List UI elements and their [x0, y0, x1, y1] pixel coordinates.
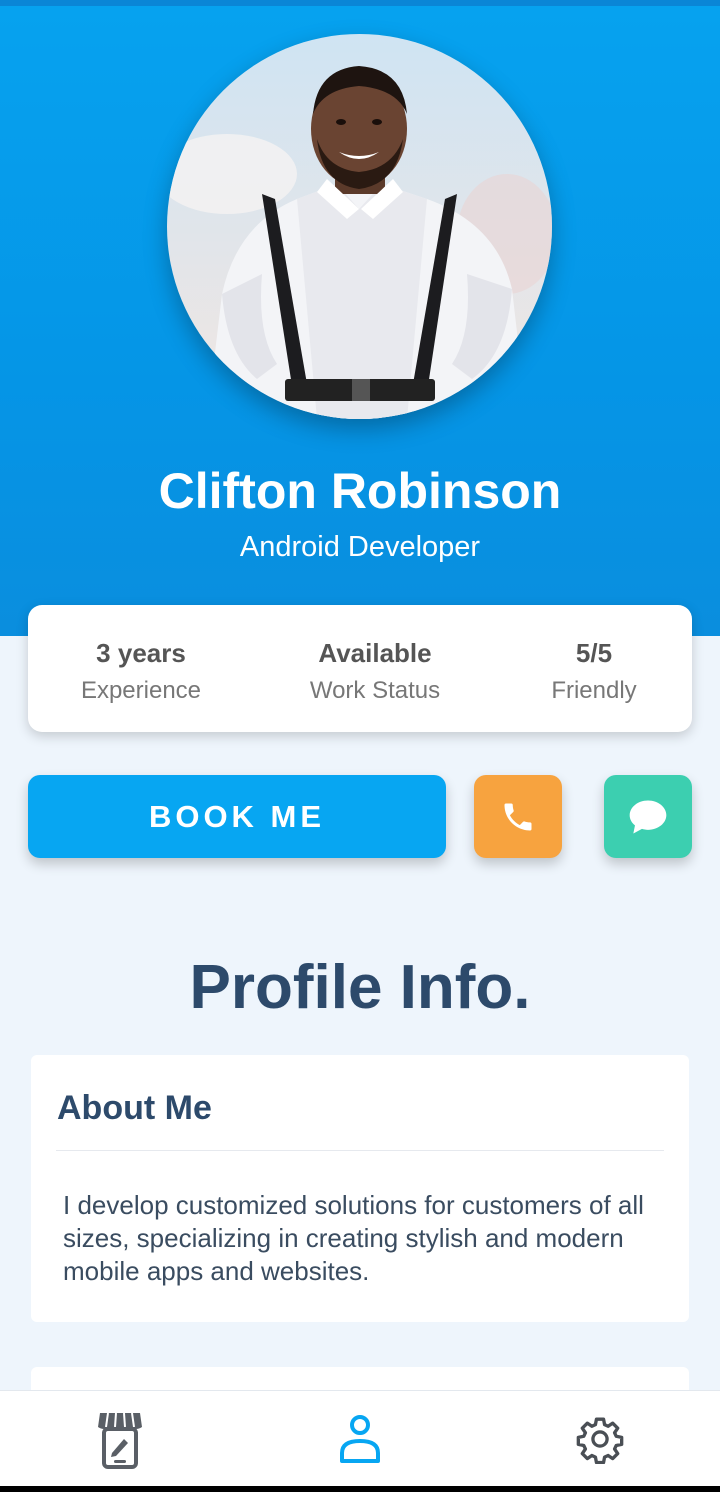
about-text: I develop customized solutions for custo… — [63, 1190, 644, 1286]
stat-value: 3 years — [96, 638, 186, 668]
chat-bubble-icon — [629, 800, 667, 833]
profile-role: Android Developer — [239, 531, 481, 563]
nav-profile[interactable] — [330, 1409, 390, 1469]
stat-friendly: 5/5 Friendly — [484, 638, 704, 705]
about-title: About Me — [57, 1089, 212, 1127]
nav-settings[interactable] — [570, 1409, 630, 1469]
stat-value: Available — [318, 638, 432, 668]
profile-name: Clifton Robinson — [158, 463, 562, 519]
stat-label: Work Status — [309, 677, 441, 704]
stat-value: 5/5 — [575, 638, 613, 668]
about-card: About Me I develop customized solutions … — [31, 1055, 689, 1322]
avatar — [167, 34, 552, 419]
divider — [56, 1150, 664, 1151]
store-icon — [98, 1412, 142, 1469]
stat-experience: 3 years Experience — [31, 638, 251, 705]
book-me-button[interactable]: BOOK ME — [28, 775, 446, 858]
stat-work-status: Available Work Status — [265, 638, 485, 705]
chat-button[interactable] — [604, 775, 692, 858]
stat-label: Friendly — [551, 677, 637, 704]
section-title: Profile Info. — [189, 953, 531, 1022]
user-icon — [340, 1415, 380, 1463]
phone-icon — [504, 803, 532, 830]
call-button[interactable] — [474, 775, 562, 858]
system-bar — [0, 1486, 720, 1492]
stat-label: Experience — [80, 677, 202, 704]
stats-card: 3 years Experience Available Work Status… — [28, 605, 692, 732]
gear-icon — [576, 1417, 624, 1464]
bottom-navigation — [0, 1390, 720, 1486]
nav-store[interactable] — [90, 1409, 150, 1469]
